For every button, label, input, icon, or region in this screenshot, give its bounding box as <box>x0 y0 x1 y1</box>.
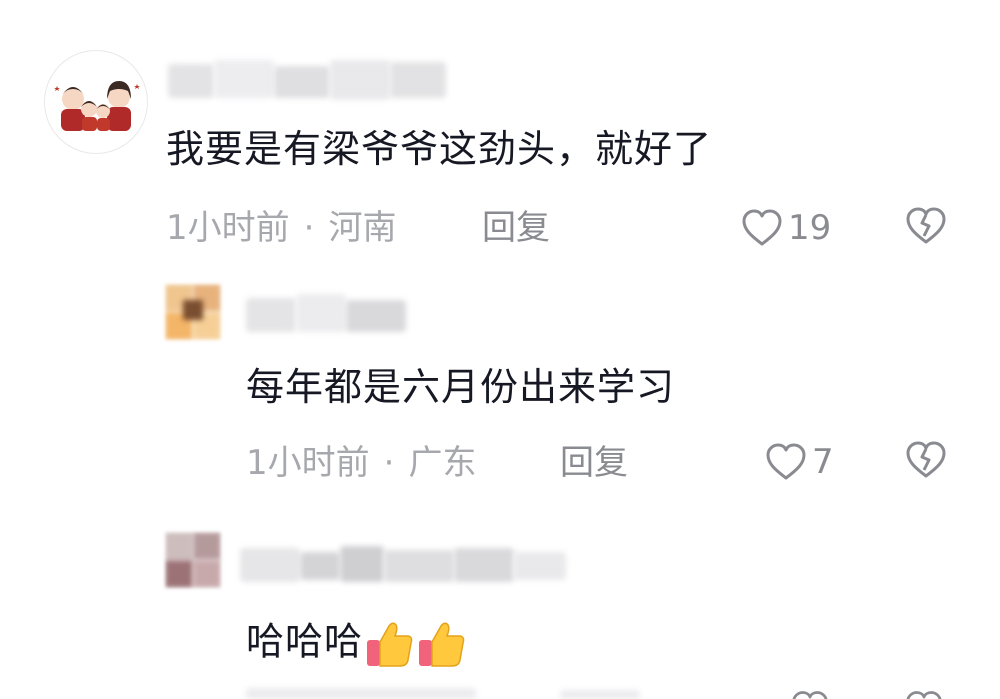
broken-heart-icon <box>906 441 946 478</box>
comment-time: 1小时前 <box>246 443 370 483</box>
dislike-button[interactable] <box>904 438 948 482</box>
broken-heart-icon <box>906 207 946 244</box>
thumbs-up-icon <box>367 622 413 667</box>
dislike-button[interactable] <box>904 688 944 699</box>
comment-location: 河南 <box>328 208 397 248</box>
like-button[interactable]: 19 <box>740 206 831 250</box>
heart-outline-icon <box>766 443 806 480</box>
comment-meta: 1小时前 · 河南 <box>166 208 396 248</box>
comment-text: 每年都是六月份出来学习 <box>246 365 676 409</box>
dislike-button[interactable] <box>904 204 948 248</box>
comment-text: 哈哈哈 <box>246 619 364 664</box>
comment-content: 哈哈哈 <box>246 618 467 670</box>
comment-time: 1小时前 <box>166 208 290 248</box>
thumbs-up-icon <box>419 622 465 667</box>
meta-separator: · <box>303 208 315 248</box>
reply-button[interactable]: 回复 <box>482 208 550 248</box>
comment-meta: 1小时前 · 广东 <box>246 443 476 483</box>
heart-outline-icon <box>792 691 828 699</box>
family-avatar-icon <box>54 81 140 131</box>
reply-button[interactable]: 回复 <box>560 443 628 483</box>
like-count: 19 <box>788 208 832 248</box>
like-button[interactable]: 7 <box>764 440 834 484</box>
avatar[interactable] <box>44 50 148 154</box>
avatar[interactable] <box>165 532 221 588</box>
heart-outline-icon <box>742 209 782 246</box>
broken-heart-icon <box>906 691 942 699</box>
meta-separator: · <box>383 443 395 483</box>
comment-text: 我要是有梁爷爷这劲头，就好了 <box>166 127 713 171</box>
like-button[interactable] <box>790 688 830 699</box>
comment-location: 广东 <box>408 443 477 483</box>
like-count: 7 <box>812 442 834 482</box>
avatar[interactable] <box>165 284 221 340</box>
